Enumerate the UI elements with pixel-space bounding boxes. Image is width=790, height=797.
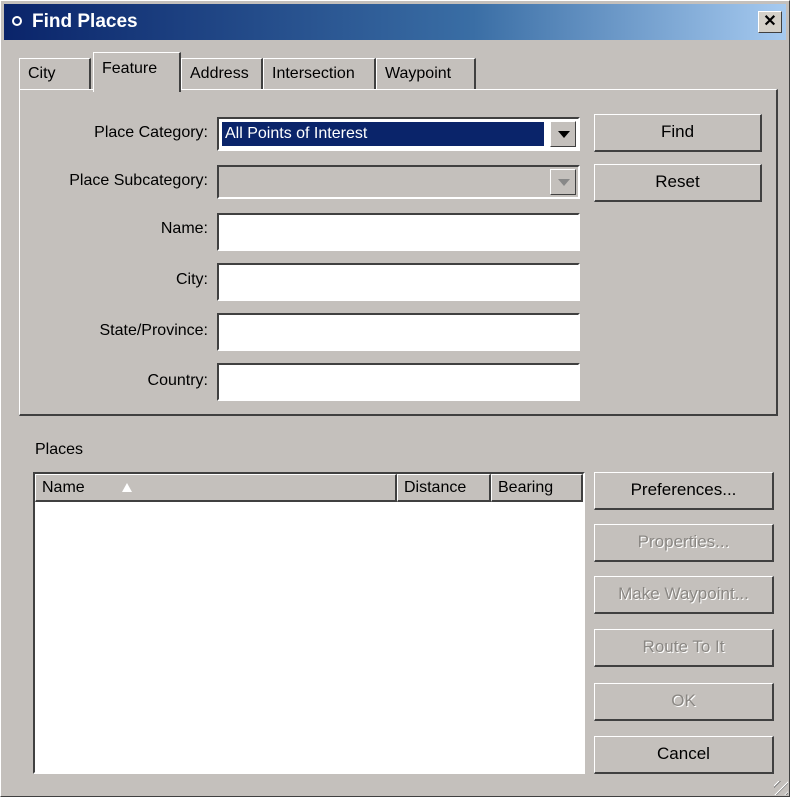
city-label: City: xyxy=(176,271,208,288)
find-button[interactable]: Find xyxy=(594,114,762,152)
name-label: Name: xyxy=(160,220,208,237)
sort-ascending-icon xyxy=(122,483,132,492)
column-header-name-label: Name xyxy=(42,479,85,496)
route-to-it-button: Route To It xyxy=(594,629,774,667)
properties-button: Properties... xyxy=(594,524,774,562)
column-header-distance[interactable]: Distance xyxy=(397,474,491,502)
tab-address[interactable]: Address xyxy=(181,58,263,90)
tab-intersection[interactable]: Intersection xyxy=(263,58,376,90)
city-input[interactable] xyxy=(217,263,580,301)
dropdown-arrow-icon[interactable] xyxy=(550,121,576,147)
make-waypoint-button: Make Waypoint... xyxy=(594,576,774,614)
window-icon xyxy=(12,16,22,26)
close-button[interactable]: ✕ xyxy=(758,11,782,33)
close-icon: ✕ xyxy=(763,13,777,30)
place-subcategory-select xyxy=(217,165,580,199)
tab-waypoint[interactable]: Waypoint xyxy=(376,58,476,90)
title-bar[interactable]: Find Places ✕ xyxy=(4,4,786,40)
place-subcategory-label: Place Subcategory: xyxy=(69,172,208,189)
name-input[interactable] xyxy=(217,213,580,251)
preferences-button[interactable]: Preferences... xyxy=(594,472,774,510)
dropdown-arrow-icon xyxy=(550,169,576,195)
place-category-value: All Points of Interest xyxy=(222,122,544,146)
places-section-label: Places xyxy=(35,441,84,458)
country-input[interactable] xyxy=(217,363,580,401)
column-header-name[interactable]: Name xyxy=(35,474,397,502)
reset-button[interactable]: Reset xyxy=(594,164,762,202)
state-province-input[interactable] xyxy=(217,313,580,351)
window-title: Find Places xyxy=(32,11,138,32)
place-category-label: Place Category: xyxy=(94,124,208,141)
tab-feature[interactable]: Feature xyxy=(93,52,181,92)
place-category-select[interactable]: All Points of Interest xyxy=(217,117,580,151)
tab-city[interactable]: City xyxy=(19,58,91,90)
state-province-label: State/Province: xyxy=(99,322,209,339)
resize-grip-icon[interactable] xyxy=(774,781,788,795)
cancel-button[interactable]: Cancel xyxy=(594,736,774,774)
places-list[interactable]: Name Distance Bearing xyxy=(33,472,585,774)
country-label: Country: xyxy=(147,372,208,389)
column-header-bearing[interactable]: Bearing xyxy=(491,474,583,502)
ok-button: OK xyxy=(594,683,774,721)
